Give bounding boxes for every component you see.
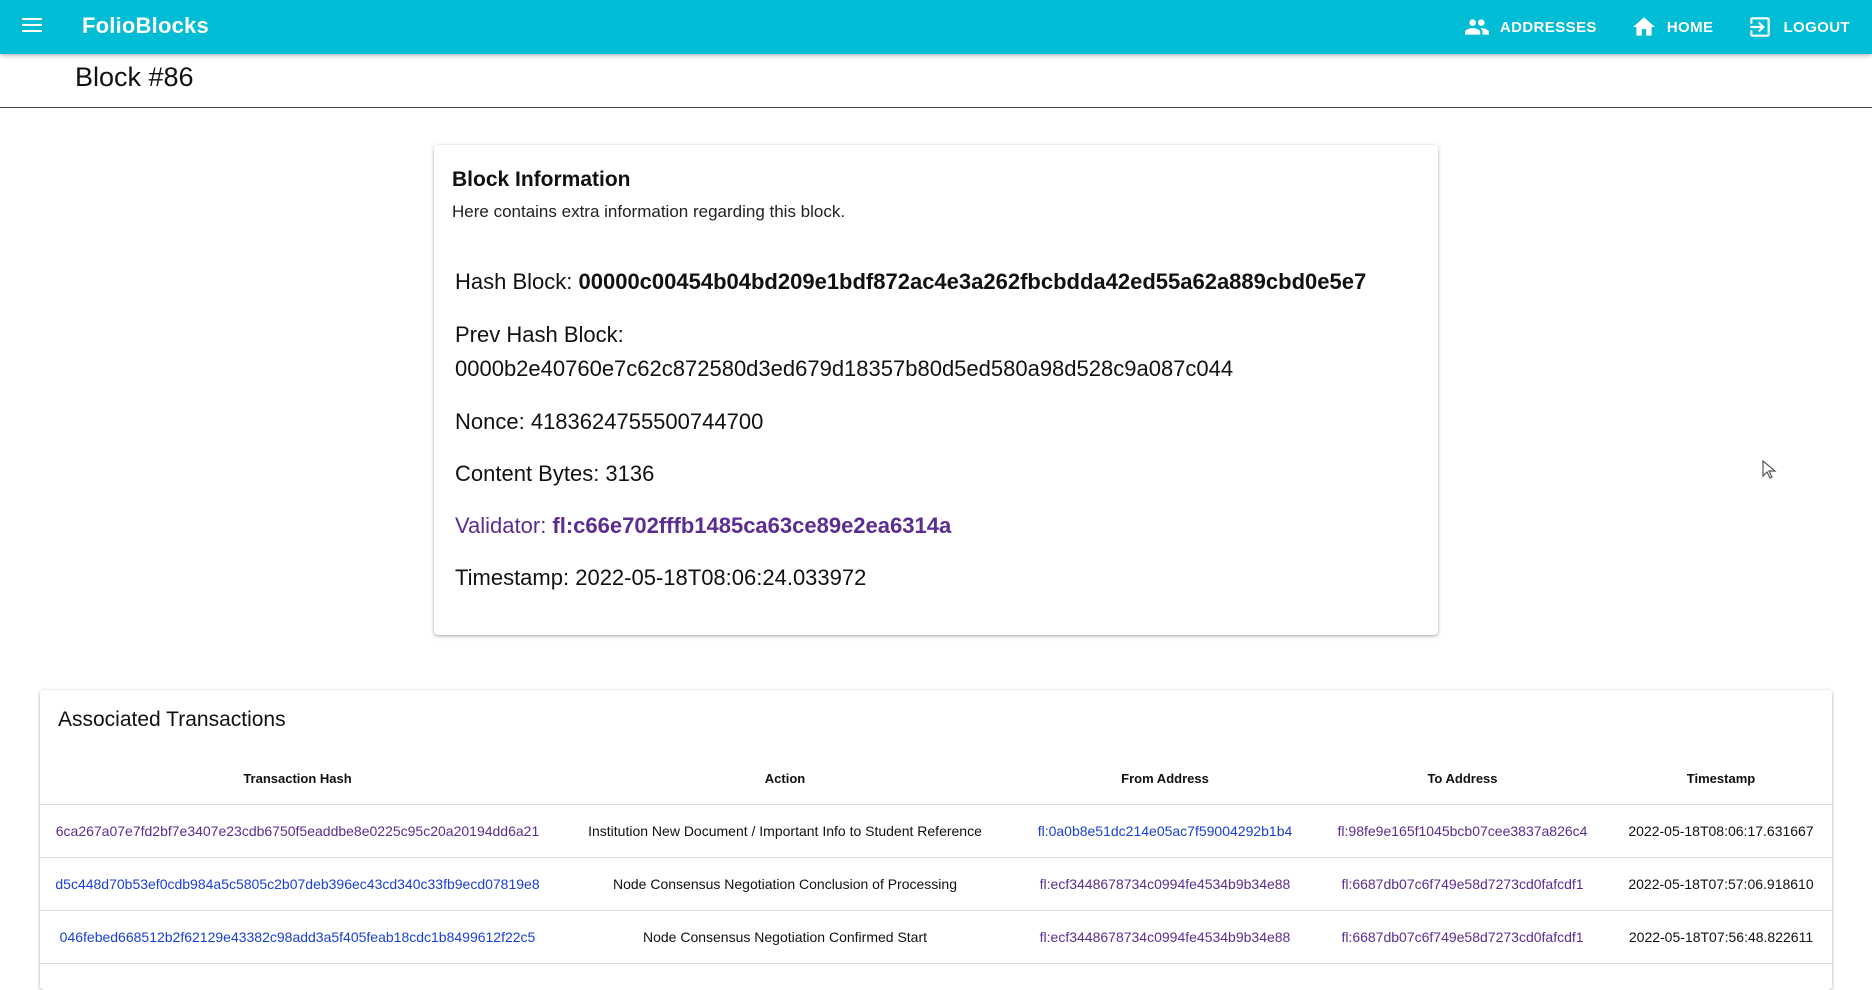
- mouse-cursor-icon: [1762, 460, 1777, 479]
- transaction-action: Node Consensus Negotiation Confirmed Sta…: [555, 910, 1015, 964]
- transaction-action: Node Consensus Negotiation Conclusion of…: [555, 857, 1015, 911]
- validator-value: fl:c66e702fffb1485ca63ce89e2ea6314a: [552, 513, 952, 538]
- prev-hash-value: 0000b2e40760e7c62c872580d3ed679d18357b80…: [455, 356, 1234, 381]
- transaction-hash-link[interactable]: d5c448d70b53ef0cdb984a5c5805c2b07deb396e…: [40, 857, 555, 911]
- timestamp-row: Timestamp: 2022-05-18T08:06:24.033972: [455, 565, 866, 591]
- hash-block-value: 00000c00454b04bd209e1bdf872ac4e3a262fbcb…: [578, 269, 1367, 294]
- column-header-transaction-hash: Transaction Hash: [40, 752, 555, 805]
- transaction-hash-link[interactable]: 046febed668512b2f62129e43382c98add3a5f40…: [40, 910, 555, 964]
- nav-logout[interactable]: LOGOUT: [1747, 14, 1850, 40]
- to-address-link[interactable]: fl:6687db07c6f749e58d7273cd0fafcdf1: [1315, 910, 1610, 964]
- menu-icon[interactable]: [20, 14, 44, 38]
- transaction-timestamp: 2022-05-18T07:57:06.918610: [1610, 857, 1832, 911]
- brand-logo[interactable]: FolioBlocks: [82, 13, 209, 39]
- nav-home[interactable]: HOME: [1631, 14, 1714, 40]
- table-header-row: Transaction Hash Action From Address To …: [40, 752, 1832, 805]
- content-bytes-value: 3136: [605, 461, 655, 486]
- table-row: d5c448d70b53ef0cdb984a5c5805c2b07deb396e…: [40, 857, 1832, 911]
- column-header-from-address: From Address: [1015, 752, 1315, 805]
- nav-addresses[interactable]: ADDRESSES: [1464, 14, 1597, 40]
- block-info-subtitle: Here contains extra information regardin…: [452, 202, 846, 221]
- block-info-title: Block Information: [452, 168, 631, 191]
- column-header-action: Action: [555, 752, 1015, 805]
- nav-logout-label: LOGOUT: [1783, 18, 1850, 36]
- page-title-bar: Block #86: [0, 54, 1872, 108]
- transactions-table: Transaction Hash Action From Address To …: [40, 752, 1832, 964]
- table-row: 6ca267a07e7fd2bf7e3407e23cdb6750f5eaddbe…: [40, 804, 1832, 858]
- transaction-hash-link[interactable]: 6ca267a07e7fd2bf7e3407e23cdb6750f5eaddbe…: [40, 804, 555, 858]
- to-address-link[interactable]: fl:98fe9e165f1045bcb07cee3837a826c4: [1315, 804, 1610, 858]
- validator-label: Validator:: [455, 513, 553, 538]
- home-icon: [1632, 17, 1655, 36]
- top-nav: ADDRESSES HOME LOGOUT: [1430, 0, 1850, 54]
- prev-hash-label: Prev Hash Block:: [455, 322, 624, 347]
- transaction-action: Institution New Document / Important Inf…: [555, 804, 1015, 858]
- nav-home-label: HOME: [1666, 18, 1714, 36]
- transaction-timestamp: 2022-05-18T07:56:48.822611: [1610, 910, 1832, 964]
- nav-addresses-label: ADDRESSES: [1499, 18, 1597, 36]
- nonce-label: Nonce:: [455, 409, 531, 434]
- transactions-title: Associated Transactions: [58, 708, 286, 731]
- transactions-card: Associated Transactions Transaction Hash…: [40, 690, 1832, 990]
- content-bytes-label: Content Bytes:: [455, 461, 606, 486]
- block-info-card: Block Information Here contains extra in…: [434, 145, 1438, 635]
- transaction-timestamp: 2022-05-18T08:06:17.631667: [1610, 804, 1832, 858]
- hash-block-row: Hash Block: 00000c00454b04bd209e1bdf872a…: [455, 269, 1366, 295]
- table-row: 046febed668512b2f62129e43382c98add3a5f40…: [40, 910, 1832, 964]
- nonce-row: Nonce: 4183624755500744700: [455, 409, 763, 435]
- column-header-to-address: To Address: [1315, 752, 1610, 805]
- column-header-timestamp: Timestamp: [1610, 752, 1832, 805]
- timestamp-label: Timestamp:: [455, 565, 576, 590]
- from-address-link[interactable]: fl:ecf3448678734c0994fe4534b9b34e88: [1015, 857, 1315, 911]
- content-bytes-row: Content Bytes: 3136: [455, 461, 654, 487]
- hash-block-label: Hash Block:: [455, 269, 579, 294]
- page-title: Block #86: [75, 62, 194, 92]
- timestamp-value: 2022-05-18T08:06:24.033972: [575, 565, 867, 590]
- from-address-link[interactable]: fl:ecf3448678734c0994fe4534b9b34e88: [1015, 910, 1315, 964]
- validator-link[interactable]: Validator: fl:c66e702fffb1485ca63ce89e2e…: [455, 513, 951, 539]
- people-icon: [1464, 19, 1489, 35]
- from-address-link[interactable]: fl:0a0b8e51dc214e05ac7f59004292b1b4: [1015, 804, 1315, 858]
- nonce-value: 4183624755500744700: [530, 409, 764, 434]
- app-bar: FolioBlocks ADDRESSES HOME LOGOUT: [0, 0, 1872, 54]
- to-address-link[interactable]: fl:6687db07c6f749e58d7273cd0fafcdf1: [1315, 857, 1610, 911]
- logout-icon: [1750, 17, 1771, 37]
